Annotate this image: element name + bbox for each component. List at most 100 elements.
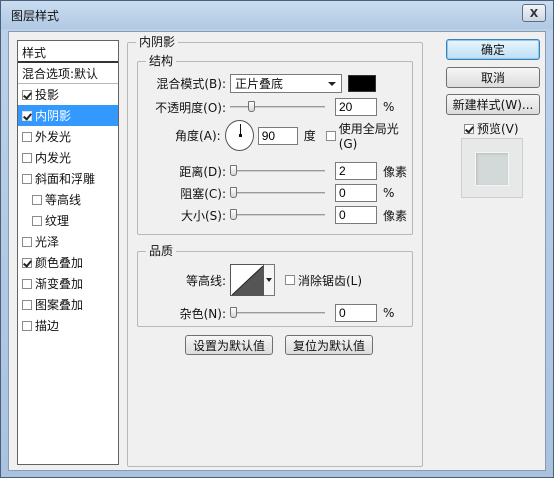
blend-mode-select[interactable]: 正片叠底 [230, 74, 342, 93]
antialias-label: 消除锯齿(L) [298, 273, 363, 288]
angle-input[interactable] [257, 126, 298, 145]
chevron-down-icon [328, 82, 336, 86]
style-item-checkbox[interactable] [22, 173, 32, 184]
size-input[interactable] [335, 206, 377, 224]
contour-dropdown-button[interactable] [264, 264, 275, 296]
global-light-checkbox[interactable] [325, 130, 336, 141]
style-item[interactable]: 光泽 [18, 231, 118, 252]
cancel-button[interactable]: 取消 [446, 67, 540, 88]
distance-slider[interactable] [230, 165, 325, 177]
size-slider-thumb[interactable] [230, 209, 237, 220]
layer-style-dialog: 图层样式 X 样式 混合选项:默认 投影 内阴影 外发光 内发光 斜面和浮雕 等高线 纹理光… [0, 0, 554, 478]
opacity-input[interactable] [335, 98, 377, 116]
style-preview-swatch [475, 152, 509, 186]
style-item[interactable]: 颜色叠加 [18, 252, 118, 273]
choke-unit: % [383, 186, 395, 200]
style-item-checkbox[interactable] [22, 320, 32, 331]
contour-picker[interactable] [230, 264, 264, 296]
close-button[interactable]: X [522, 4, 546, 22]
angle-dial[interactable] [224, 120, 254, 151]
style-item-checkbox[interactable] [22, 89, 32, 100]
inner-shadow-title: 内阴影 [136, 35, 179, 49]
style-item-label: 描边 [35, 319, 60, 333]
style-item-checkbox[interactable] [32, 194, 42, 205]
style-item-label: 图案叠加 [35, 298, 84, 312]
style-list-header[interactable]: 样式 [18, 41, 118, 63]
size-slider[interactable] [230, 209, 325, 221]
ok-button[interactable]: 确定 [446, 39, 540, 60]
close-icon: X [529, 6, 539, 20]
blend-options-item[interactable]: 混合选项:默认 [18, 63, 118, 84]
cancel-label: 取消 [480, 71, 505, 85]
title-bar[interactable]: 图层样式 X [1, 1, 553, 29]
style-item[interactable]: 描边 [18, 315, 118, 336]
style-item-checkbox[interactable] [22, 299, 32, 310]
size-label: 大小(S): [180, 208, 226, 223]
opacity-unit: % [383, 100, 395, 114]
set-default-button[interactable]: 设置为默认值 [185, 335, 273, 355]
style-item-checkbox[interactable] [22, 278, 32, 289]
shadow-color-swatch[interactable] [348, 75, 376, 92]
structure-group: 结构 混合模式(B): 正片叠底 不透明度(O): 20 % 角度(A): 90… [137, 54, 413, 235]
opacity-label: 不透明度(O): [155, 100, 226, 115]
noise-slider[interactable] [230, 307, 325, 319]
style-item[interactable]: 内阴影 [18, 105, 118, 126]
distance-slider-thumb[interactable] [230, 165, 237, 176]
style-item-label: 等高线 [45, 193, 82, 207]
style-item[interactable]: 投影 [18, 84, 118, 105]
style-preview [461, 138, 523, 198]
angle-unit: 度 [303, 129, 316, 143]
quality-group: 品质 等高线: 消除锯齿(L) 杂色(N): 0 % [137, 244, 413, 327]
style-item-label: 光泽 [35, 235, 60, 249]
antialias-checkbox[interactable] [285, 275, 295, 285]
global-light-label: 使用全局光(G) [338, 122, 399, 151]
style-item[interactable]: 图案叠加 [18, 294, 118, 315]
structure-title: 结构 [146, 54, 177, 68]
quality-title: 品质 [146, 244, 177, 258]
choke-label: 阻塞(C): [180, 186, 226, 201]
style-item-checkbox[interactable] [32, 215, 42, 226]
style-item-label: 颜色叠加 [35, 256, 84, 270]
style-item-checkbox[interactable] [22, 110, 32, 121]
choke-slider[interactable] [230, 187, 325, 199]
style-item-label: 渐变叠加 [35, 277, 84, 291]
opacity-slider[interactable] [230, 101, 325, 113]
style-item-label: 外发光 [35, 130, 72, 144]
choke-input[interactable] [335, 184, 377, 202]
style-item-checkbox[interactable] [22, 152, 32, 163]
contour-curve-icon [232, 266, 263, 295]
style-item-label: 内阴影 [35, 109, 72, 123]
style-item-label: 投影 [35, 88, 60, 102]
style-item-label: 纹理 [45, 214, 70, 228]
style-item[interactable]: 等高线 [18, 189, 118, 210]
dialog-body: 样式 混合选项:默认 投影 内阴影 外发光 内发光 斜面和浮雕 等高线 纹理 光泽 颜色叠加 渐变… [8, 31, 546, 471]
blend-mode-value: 正片叠底 [235, 77, 284, 91]
preview-checkbox[interactable] [464, 123, 474, 134]
inner-shadow-group: 内阴影 结构 混合模式(B): 正片叠底 不透明度(O): 20 % 角度(A)… [127, 35, 423, 467]
style-item[interactable]: 纹理 [18, 210, 118, 231]
style-item[interactable]: 外发光 [18, 126, 118, 147]
noise-input[interactable] [335, 304, 377, 322]
style-item-checkbox[interactable] [22, 131, 32, 142]
opacity-slider-thumb[interactable] [248, 101, 255, 112]
ok-label: 确定 [480, 43, 505, 57]
style-item-checkbox[interactable] [22, 236, 32, 247]
style-item[interactable]: 内发光 [18, 147, 118, 168]
style-item[interactable]: 斜面和浮雕 [18, 168, 118, 189]
style-item-checkbox[interactable] [22, 257, 32, 268]
reset-default-button[interactable]: 复位为默认值 [285, 335, 373, 355]
choke-slider-thumb[interactable] [230, 187, 237, 198]
style-item-label: 斜面和浮雕 [35, 172, 96, 186]
noise-label: 杂色(N): [179, 306, 226, 321]
set-default-label: 设置为默认值 [192, 338, 265, 353]
new-style-button[interactable]: 新建样式(W)... [446, 94, 540, 115]
size-unit: 像素 [383, 208, 408, 223]
window-title: 图层样式 [11, 9, 60, 23]
style-item[interactable]: 渐变叠加 [18, 273, 118, 294]
noise-slider-thumb[interactable] [230, 307, 237, 318]
contour-label: 等高线: [185, 273, 226, 288]
distance-label: 距离(D): [179, 164, 226, 179]
style-list: 样式 混合选项:默认 投影内阴影外发光内发光斜面和浮雕等高线纹理光泽颜色叠加渐变… [17, 40, 119, 465]
distance-input[interactable] [335, 162, 377, 180]
preview-toggle[interactable]: 预览(V) [464, 120, 519, 137]
